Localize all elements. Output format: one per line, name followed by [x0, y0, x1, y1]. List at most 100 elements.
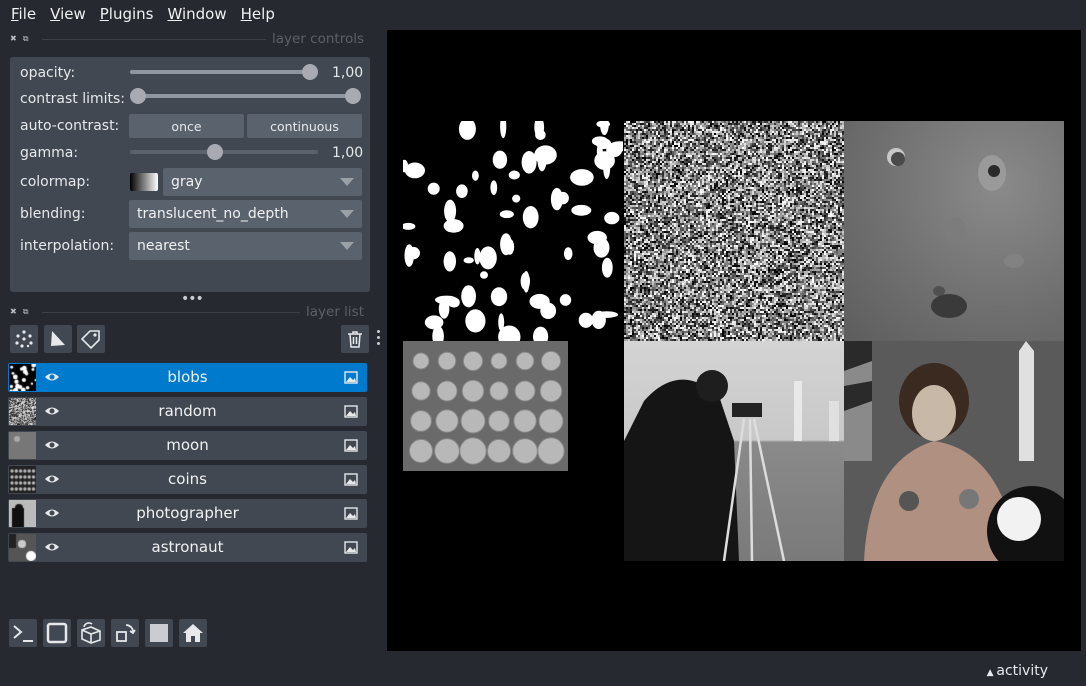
blob-shape [529, 293, 550, 309]
blob-shape [557, 191, 569, 205]
blob-shape [435, 295, 458, 305]
blob-shape [479, 246, 497, 270]
coin-shape [408, 438, 434, 464]
coin-shape [460, 408, 486, 434]
gamma-slider-handle[interactable] [206, 144, 223, 160]
menu-view[interactable]: View [43, 5, 93, 23]
blending-label: blending: [20, 206, 86, 222]
opacity-slider[interactable] [130, 64, 318, 80]
console-button[interactable] [9, 619, 37, 647]
grid-button[interactable] [145, 619, 173, 647]
blob-shape [594, 151, 615, 170]
coin-shape [461, 379, 485, 403]
photographer-image [624, 341, 844, 561]
contrast-limits-slider[interactable] [130, 88, 361, 104]
coin-shape [514, 380, 536, 402]
layer-row-photographer[interactable]: photographer [8, 499, 367, 528]
layer-name[interactable]: random [48, 397, 327, 426]
blob-shape [480, 271, 488, 279]
image-layer-icon [344, 405, 358, 418]
coin-shape [513, 409, 537, 433]
interpolation-label: interpolation: [20, 238, 115, 254]
coin-shape [412, 352, 430, 370]
ndisplay-icon [46, 622, 68, 644]
new-labels-icon [81, 330, 100, 349]
layer-row-moon[interactable]: moon [8, 431, 367, 460]
layer-controls-panel: opacity: 1,00 contrast limits: auto-cont… [10, 57, 370, 292]
auto-contrast-once-button[interactable]: once [129, 114, 244, 138]
menu-file[interactable]: File [4, 5, 43, 23]
layer-thumbnail [9, 432, 36, 459]
layer-thumbnail [9, 534, 36, 561]
layer-name[interactable]: coins [48, 465, 327, 494]
home-button[interactable] [179, 619, 207, 647]
blob-shape [407, 246, 420, 260]
blob-shape [472, 170, 479, 181]
blob-shape [537, 148, 547, 172]
layer-name[interactable]: astronaut [48, 533, 327, 562]
image-layer-icon [344, 371, 358, 384]
coin-shape [490, 352, 508, 370]
blob-shape [461, 285, 476, 308]
interpolation-select[interactable]: nearest [129, 232, 362, 260]
blob-shape [500, 121, 507, 139]
activity-toggle[interactable]: ▲ activity [987, 663, 1048, 679]
layer-row-blobs[interactable]: blobs [8, 363, 367, 392]
grid-icon [150, 624, 168, 642]
caret-up-icon: ▲ [986, 668, 997, 678]
new-points-button[interactable] [10, 325, 38, 353]
blob-shape [593, 237, 610, 258]
blob-shape [443, 251, 456, 272]
dock-float-icon[interactable]: ⧉ [23, 34, 29, 44]
blob-shape [522, 206, 539, 229]
gamma-value: 1,00 [332, 145, 364, 161]
colormap-select[interactable]: gray [163, 168, 362, 196]
gamma-slider[interactable] [130, 144, 318, 160]
new-labels-button[interactable] [77, 325, 105, 353]
layer-name[interactable]: photographer [48, 499, 327, 528]
menu-window[interactable]: Window [160, 5, 233, 23]
colormap-value: gray [171, 174, 203, 190]
blob-shape [500, 233, 512, 256]
layer-name[interactable]: moon [48, 431, 327, 460]
blob-shape [601, 257, 613, 278]
blending-value: translucent_no_depth [137, 206, 289, 222]
console-icon [13, 625, 33, 642]
opacity-slider-handle[interactable] [302, 64, 318, 80]
layer-name[interactable]: blobs [48, 363, 327, 392]
dock-close-icon[interactable]: ✖ [10, 307, 17, 317]
more-options-icon[interactable] [377, 330, 381, 348]
blending-select[interactable]: translucent_no_depth [129, 200, 362, 228]
coins-image [403, 341, 568, 471]
menu-help[interactable]: Help [234, 5, 282, 23]
menu-plugins[interactable]: Plugins [93, 5, 161, 23]
moon-image [844, 121, 1064, 341]
dock-close-icon[interactable]: ✖ [10, 34, 17, 44]
coin-shape [411, 381, 431, 401]
roll-dims-button[interactable] [77, 619, 105, 647]
blob-shape [443, 219, 464, 233]
blob-shape [490, 287, 508, 307]
transpose-button[interactable] [111, 619, 139, 647]
dock-float-icon[interactable]: ⧉ [23, 307, 29, 317]
delete-layer-icon [348, 331, 362, 348]
layer-row-coins[interactable]: coins [8, 465, 367, 494]
layer-row-random[interactable]: random [8, 397, 367, 426]
ndisplay-button[interactable] [43, 619, 71, 647]
coin-shape [537, 437, 565, 465]
delete-layer-button[interactable] [341, 325, 369, 353]
blob-shape [571, 204, 592, 216]
blob-shape [533, 326, 549, 341]
layer-row-astronaut[interactable]: astronaut [8, 533, 367, 562]
layer-thumbnail [9, 500, 36, 527]
contrast-low-handle[interactable] [130, 88, 146, 104]
contrast-high-handle[interactable] [345, 88, 361, 104]
image-layer-icon [344, 473, 358, 486]
chevron-down-icon [340, 178, 354, 186]
viewer-canvas[interactable] [387, 30, 1081, 651]
auto-contrast-label: auto-contrast: [20, 118, 120, 134]
blobs-image [403, 121, 623, 341]
auto-contrast-continuous-button[interactable]: continuous [247, 114, 362, 138]
new-shapes-button[interactable] [44, 325, 72, 353]
chevron-down-icon [340, 242, 354, 250]
